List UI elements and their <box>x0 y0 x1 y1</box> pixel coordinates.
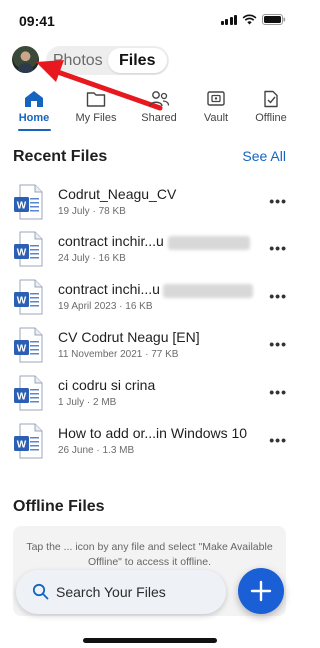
more-options-button[interactable]: ••• <box>269 384 287 400</box>
more-options-button[interactable]: ••• <box>269 336 287 352</box>
file-name: Codrut_Neagu_CV <box>58 186 177 202</box>
tab-shared[interactable]: Shared <box>129 90 189 124</box>
file-meta: 1 July · 2 MB <box>58 397 117 408</box>
word-doc-icon: W <box>14 423 43 459</box>
segment-photos[interactable]: Photos <box>48 48 108 73</box>
more-options-button[interactable]: ••• <box>269 432 287 448</box>
file-row[interactable]: W contract inchi...u 19 April 2023 · 16 … <box>0 275 299 327</box>
file-row[interactable]: W CV Codrut Neagu [EN] 11 November 2021 … <box>0 323 299 375</box>
status-time: 09:41 <box>19 13 55 29</box>
status-icons <box>220 14 287 25</box>
wifi-icon <box>242 14 257 25</box>
search-files-bar[interactable]: Search Your Files <box>16 570 226 614</box>
file-row[interactable]: W How to add or...in Windows 10 26 June … <box>0 419 299 471</box>
tab-offline-label: Offline <box>255 112 287 124</box>
file-meta: 24 July · 16 KB <box>58 253 126 264</box>
people-icon <box>149 91 170 107</box>
file-name: contract inchi...u <box>58 281 160 297</box>
redacted-text <box>168 236 250 250</box>
tab-vault[interactable]: Vault <box>186 90 246 124</box>
offline-doc-icon <box>264 90 278 108</box>
file-meta: 11 November 2021 · 77 KB <box>58 349 179 360</box>
recent-files-title: Recent Files <box>13 148 108 165</box>
tab-home-label: Home <box>18 112 50 124</box>
more-options-button[interactable]: ••• <box>269 193 287 209</box>
word-doc-icon: W <box>14 375 43 411</box>
svg-text:W: W <box>17 296 27 307</box>
home-icon <box>25 91 43 107</box>
file-row[interactable]: W Codrut_Neagu_CV 19 July · 78 KB ••• <box>0 180 299 232</box>
search-icon <box>32 583 49 600</box>
tab-my-files-label: My Files <box>75 112 117 124</box>
word-doc-icon: W <box>14 231 43 267</box>
offline-files-title: Offline Files <box>13 498 105 515</box>
segment-files[interactable]: Files <box>107 48 167 73</box>
vault-icon <box>207 91 225 106</box>
svg-text:W: W <box>17 440 27 451</box>
offline-hint: Tap the ... icon by any file and select … <box>26 541 273 568</box>
file-meta: 19 July · 78 KB <box>58 206 126 217</box>
svg-text:W: W <box>17 392 27 403</box>
file-name: CV Codrut Neagu [EN] <box>58 329 200 345</box>
tab-vault-label: Vault <box>203 112 229 124</box>
battery-icon <box>262 14 286 25</box>
word-doc-icon: W <box>14 279 43 315</box>
search-label: Search Your Files <box>56 584 166 600</box>
tab-bar: Home My Files Shared Vault Offline <box>0 90 301 131</box>
file-meta: 26 June · 1.3 MB <box>58 445 135 456</box>
add-button[interactable] <box>238 568 284 614</box>
tab-shared-label: Shared <box>141 112 177 124</box>
file-row[interactable]: W contract inchir...u 24 July · 16 KB ••… <box>0 227 299 279</box>
file-name: contract inchir...u <box>58 233 164 249</box>
file-meta: 19 April 2023 · 16 KB <box>58 301 153 312</box>
file-name: ci codru si crina <box>58 377 156 393</box>
plus-icon <box>250 580 272 602</box>
svg-text:W: W <box>17 201 27 212</box>
tab-my-files[interactable]: My Files <box>66 90 126 124</box>
file-name: How to add or...in Windows 10 <box>58 425 248 441</box>
status-bar: 09:41 <box>0 0 299 40</box>
word-doc-icon: W <box>14 327 43 363</box>
svg-text:W: W <box>17 248 27 259</box>
home-indicator[interactable] <box>83 638 217 643</box>
photos-files-switcher: Photos Files <box>46 46 169 75</box>
redacted-text <box>163 284 253 298</box>
tab-offline[interactable]: Offline <box>241 90 301 124</box>
file-row[interactable]: W ci codru si crina 1 July · 2 MB ••• <box>0 371 299 423</box>
word-doc-icon: W <box>14 184 43 220</box>
cellular-signal-icon <box>220 14 237 25</box>
see-all-link[interactable]: See All <box>242 148 286 164</box>
active-tab-indicator <box>18 129 51 131</box>
svg-text:W: W <box>17 344 27 355</box>
folder-icon <box>86 92 106 107</box>
more-options-button[interactable]: ••• <box>269 288 287 304</box>
avatar[interactable] <box>12 46 39 73</box>
more-options-button[interactable]: ••• <box>269 240 287 256</box>
tab-home[interactable]: Home <box>4 90 64 124</box>
